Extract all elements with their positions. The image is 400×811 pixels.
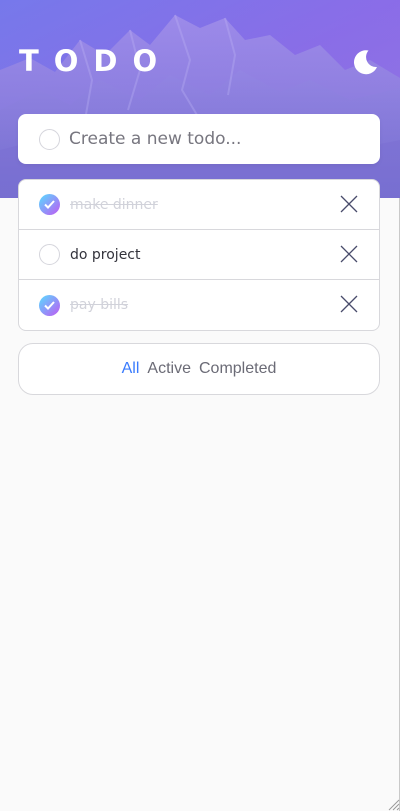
create-todo-circle-icon[interactable] xyxy=(39,128,60,150)
header-overlay xyxy=(0,0,400,198)
todo-list: make dinner do project pay bills xyxy=(18,179,380,331)
completed-check-icon[interactable] xyxy=(39,294,60,316)
header-background-image xyxy=(0,0,400,198)
todo-item[interactable]: make dinner xyxy=(19,180,379,230)
filter-bar: All Active Completed xyxy=(18,343,380,395)
filter-completed-button[interactable]: Completed xyxy=(195,360,280,378)
filter-all-button[interactable]: All xyxy=(118,360,144,378)
delete-icon[interactable] xyxy=(339,244,359,264)
todo-item[interactable]: pay bills xyxy=(19,280,379,330)
todo-text: make dinner xyxy=(70,196,158,213)
theme-toggle-button[interactable] xyxy=(350,47,380,77)
app-page: TODO make dinner do project xyxy=(0,0,400,811)
todo-text: do project xyxy=(70,246,141,263)
filter-active-button[interactable]: Active xyxy=(143,360,195,378)
delete-icon[interactable] xyxy=(339,194,359,214)
completed-check-icon[interactable] xyxy=(39,194,60,215)
incomplete-circle-icon[interactable] xyxy=(39,244,60,265)
moon-icon xyxy=(353,50,377,75)
app-title: TODO xyxy=(19,44,173,78)
create-todo-box xyxy=(18,114,380,164)
delete-icon[interactable] xyxy=(339,294,359,314)
todo-text: pay bills xyxy=(70,297,129,313)
resize-grip-icon[interactable] xyxy=(386,797,400,811)
todo-item[interactable]: do project xyxy=(19,230,379,280)
create-todo-input[interactable] xyxy=(69,124,359,154)
